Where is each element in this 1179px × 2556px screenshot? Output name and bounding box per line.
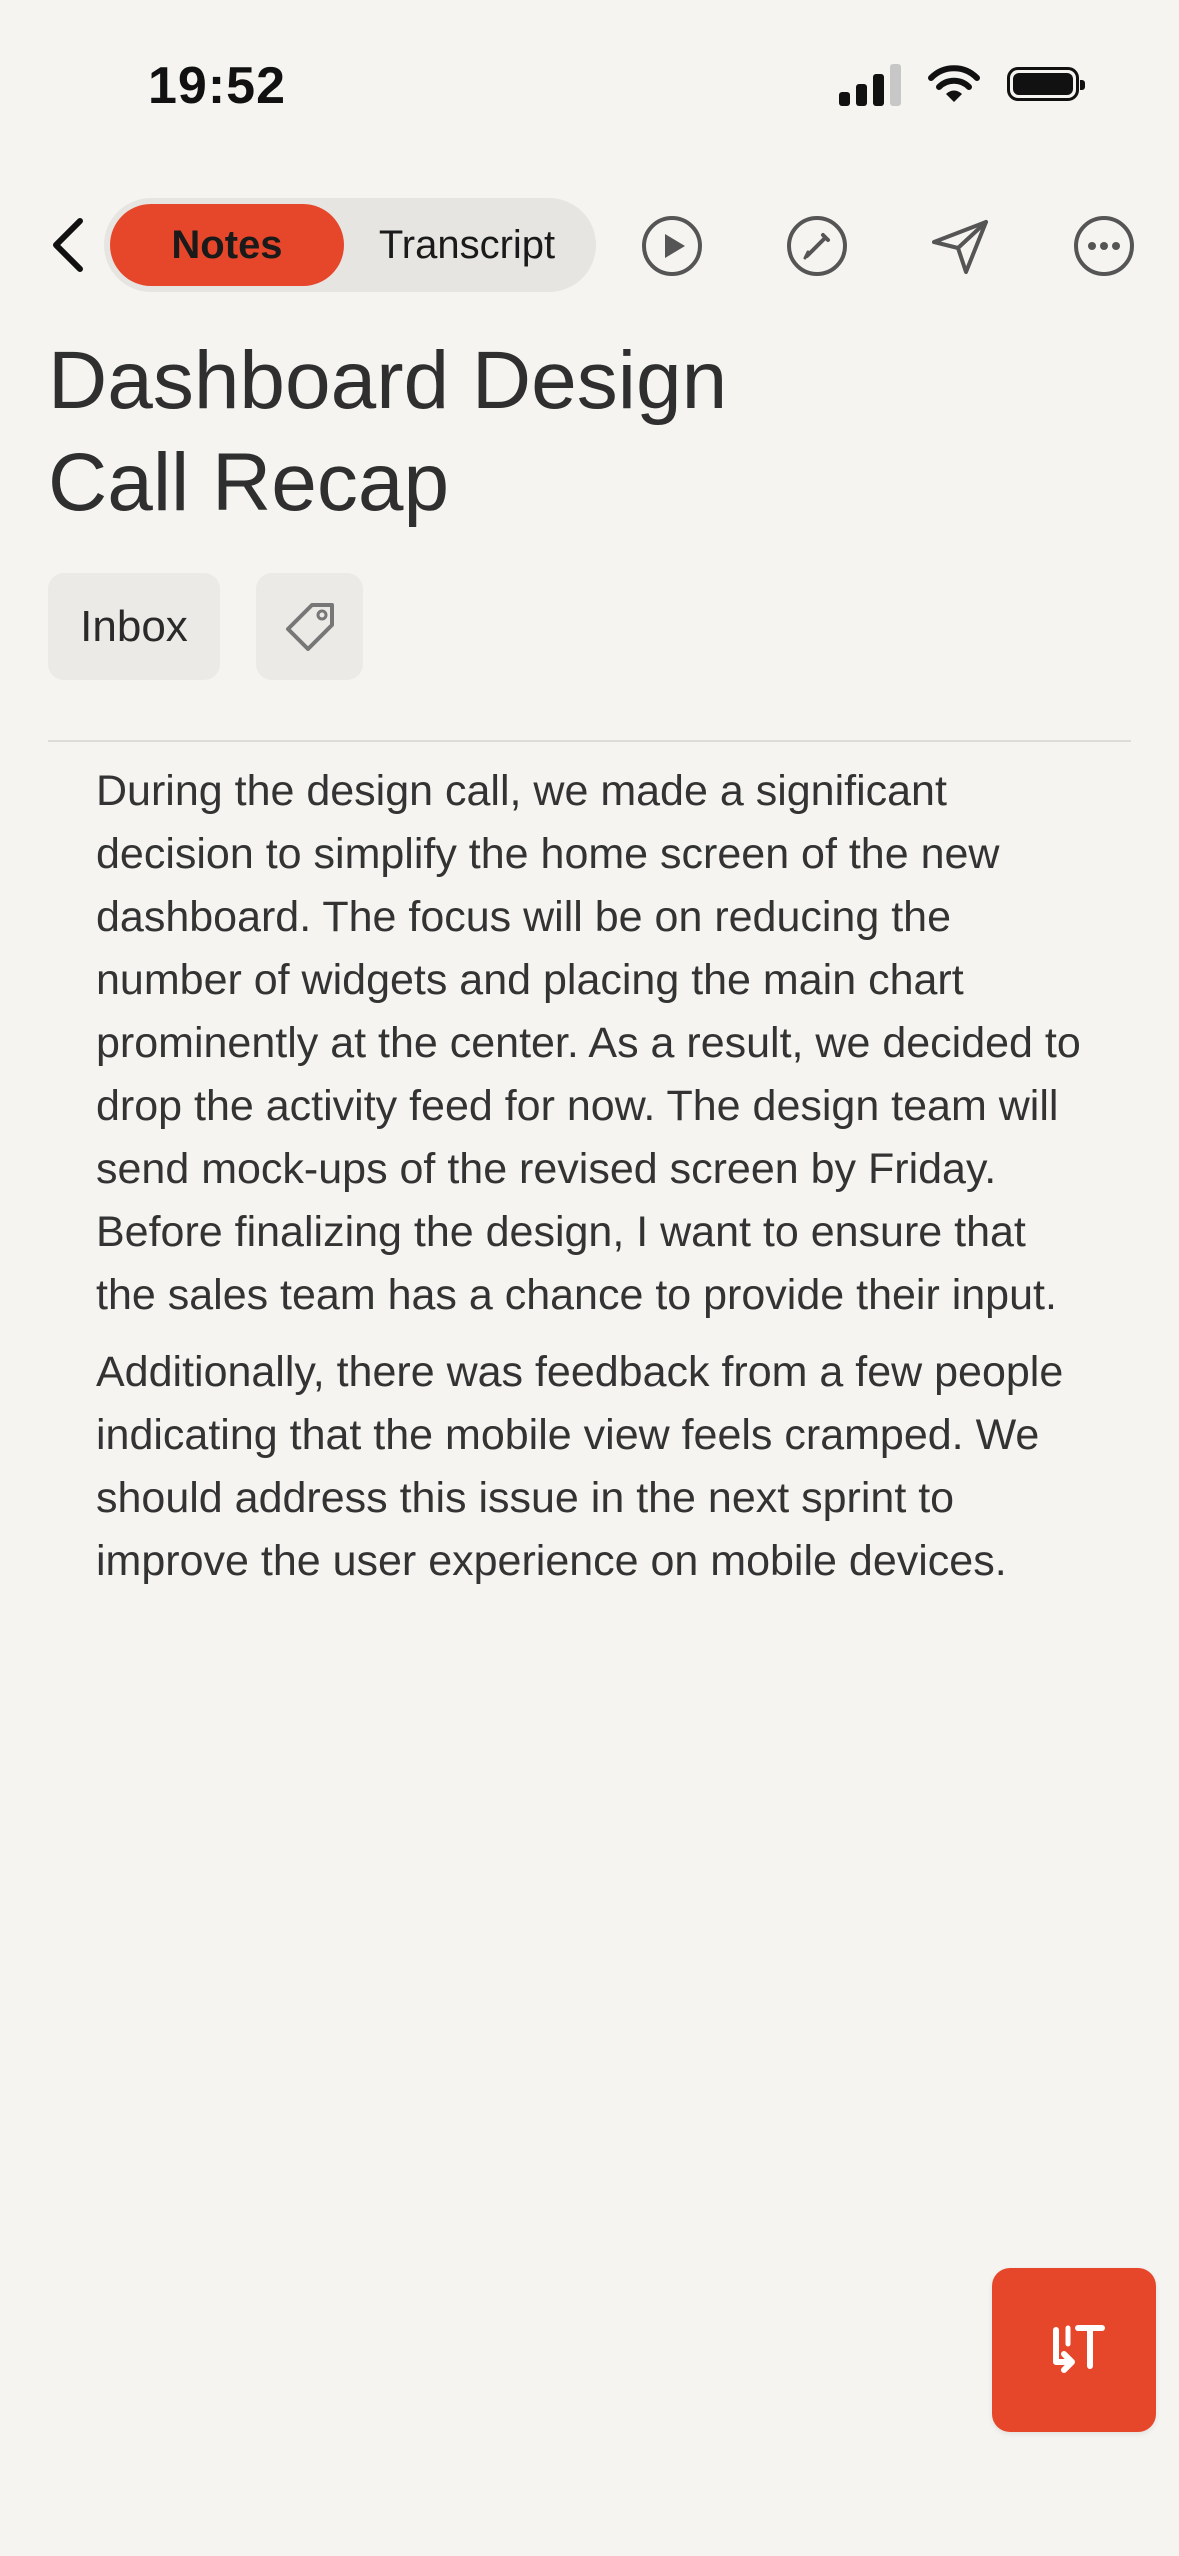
more-button[interactable] xyxy=(1064,206,1144,286)
tab-transcript[interactable]: Transcript xyxy=(344,204,590,286)
back-button[interactable] xyxy=(40,210,96,280)
chevron-left-icon xyxy=(53,218,83,272)
wifi-icon xyxy=(928,65,980,102)
edit-button[interactable] xyxy=(777,206,857,286)
play-button[interactable] xyxy=(632,206,712,286)
transcribe-icon xyxy=(1053,2325,1105,2373)
divider xyxy=(48,740,1131,742)
more-icon xyxy=(1074,216,1134,276)
cellular-signal-icon xyxy=(839,62,901,106)
note-title[interactable]: Dashboard Design Call Recap xyxy=(48,330,808,534)
note-paragraph: Additionally, there was feedback from a … xyxy=(96,1348,1064,1585)
note-title-line-1: Dashboard Design xyxy=(48,335,728,426)
status-icons xyxy=(839,62,1085,106)
folder-chip[interactable]: Inbox xyxy=(48,573,220,680)
tag-icon xyxy=(285,602,334,651)
add-tag-button[interactable] xyxy=(256,573,363,680)
view-switcher: Notes Transcript xyxy=(104,198,596,292)
transcribe-button[interactable] xyxy=(992,2268,1156,2432)
tab-notes[interactable]: Notes xyxy=(110,204,344,286)
status-time: 19:52 xyxy=(148,57,286,115)
send-icon xyxy=(932,220,988,274)
play-icon xyxy=(642,216,702,276)
send-button[interactable] xyxy=(920,206,1000,286)
folder-label: Inbox xyxy=(80,601,188,651)
battery-icon xyxy=(1007,67,1085,101)
edit-icon xyxy=(787,216,847,276)
note-body[interactable]: During the design call, we made a signif… xyxy=(96,760,1096,1607)
note-paragraph: During the design call, we made a signif… xyxy=(96,767,1081,1319)
note-title-line-2: Call Recap xyxy=(48,437,450,528)
